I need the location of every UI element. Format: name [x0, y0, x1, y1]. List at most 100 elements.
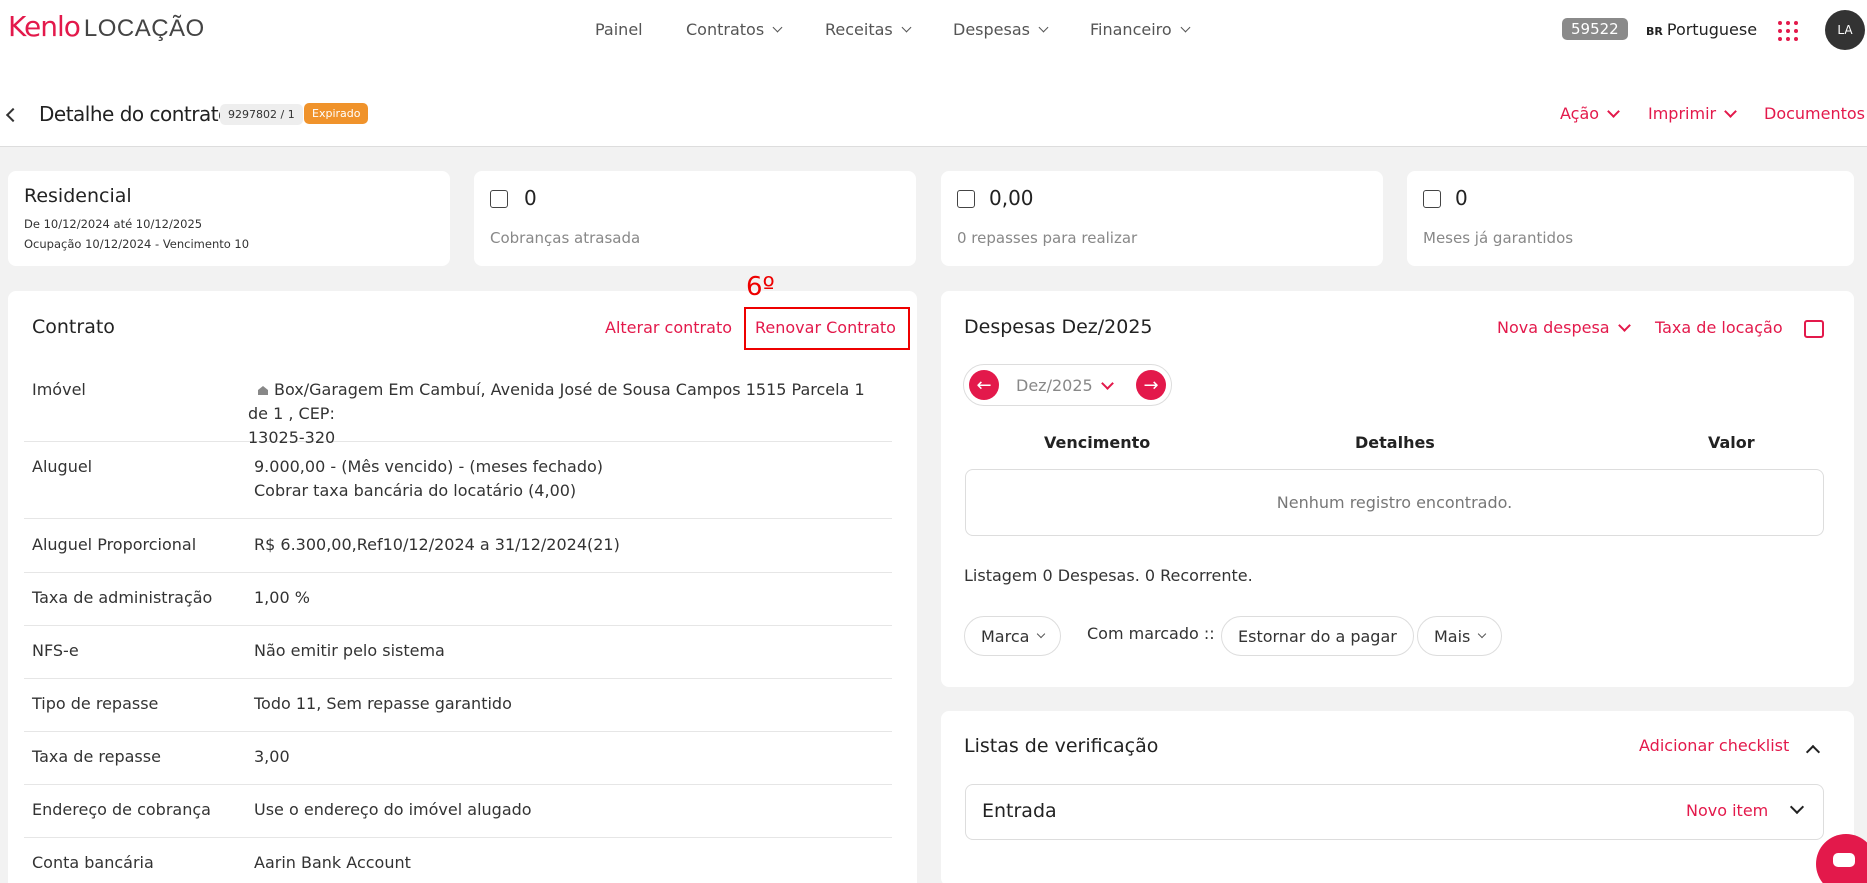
apps-grid-icon[interactable] [1778, 21, 1798, 41]
next-month-button[interactable]: → [1136, 370, 1166, 400]
row-label: Tipo de repasse [32, 694, 159, 713]
contract-row-taxa-admin: Taxa de administração 1,00 % [24, 588, 892, 626]
imovel-address: Box/Garagem Em Cambuí, Avenida José de S… [248, 380, 865, 423]
com-marcado-label: Com marcado :: [1087, 624, 1215, 643]
month-label: Dez/2025 [1016, 376, 1093, 395]
meses-label: Meses já garantidos [1423, 229, 1574, 247]
nav-receitas[interactable]: Receitas [825, 20, 912, 39]
nova-despesa-label: Nova despesa [1497, 318, 1610, 337]
entrada-label: Entrada [982, 800, 1057, 822]
despesas-summary: Listagem 0 Despesas. 0 Recorrente. [964, 566, 1253, 585]
documentos-label: Documentos [1764, 104, 1866, 123]
row-label: Conta bancária [32, 853, 154, 872]
nova-despesa-dropdown[interactable]: Nova despesa [1497, 318, 1631, 337]
row-value: 3,00 [254, 747, 290, 766]
account-id-badge: 59522 [1562, 18, 1628, 40]
row-value: Não emitir pelo sistema [254, 641, 445, 660]
contract-row-imovel: Imóvel Box/Garagem Em Cambuí, Avenida Jo… [24, 380, 892, 447]
nav-painel-label: Painel [595, 20, 643, 39]
row-label: Endereço de cobrança [32, 800, 211, 819]
nav-financeiro-label: Financeiro [1090, 20, 1172, 39]
printer-icon[interactable] [1804, 320, 1824, 338]
imprimir-dropdown[interactable]: Imprimir [1648, 104, 1737, 123]
chevron-down-icon [1478, 629, 1487, 639]
cobrancas-label: Cobranças atrasada [490, 229, 641, 247]
repasses-label: 0 repasses para realizar [957, 229, 1138, 247]
nav-despesas-label: Despesas [953, 20, 1030, 39]
page-header: Detalhe do contrato 9297802 / 1 Expirado… [0, 62, 1867, 147]
nav-receitas-label: Receitas [825, 20, 893, 39]
nav-painel[interactable]: Painel [595, 20, 643, 39]
empty-message: Nenhum registro encontrado. [1276, 493, 1513, 512]
residencial-card: Residencial De 10/12/2024 até 10/12/2025… [8, 171, 450, 266]
chevron-down-icon [772, 22, 783, 33]
chat-bubble-icon [1833, 853, 1855, 867]
highlight-box [744, 307, 910, 350]
repasses-value: 0,00 [989, 186, 1034, 210]
row-label: Taxa de repasse [32, 747, 161, 766]
chevron-down-icon [1100, 376, 1114, 390]
acao-label: Ação [1560, 104, 1600, 123]
cobrancas-card: 0 Cobranças atrasada [474, 171, 916, 266]
row-value: 9.000,00 - (Mês vencido) - (meses fechad… [254, 455, 884, 503]
back-arrow-icon[interactable] [5, 107, 21, 123]
empty-table: Nenhum registro encontrado. [965, 469, 1824, 536]
checklist-title: Listas de verificação [964, 735, 1159, 757]
novo-item-button[interactable]: Novo item [1686, 801, 1768, 820]
chevron-down-icon [1607, 104, 1620, 118]
estornar-label: Estornar do a pagar [1238, 626, 1397, 646]
calendar-icon [1423, 190, 1441, 208]
despesas-title: Despesas Dez/2025 [964, 316, 1153, 338]
status-badge: Expirado [304, 103, 369, 124]
kenlo-logo[interactable]: Kenlo LOCAÇÃO [8, 10, 205, 43]
row-value: Use o endereço do imóvel alugado [254, 800, 532, 819]
chevron-down-icon [1617, 318, 1631, 332]
taxa-locacao-link[interactable]: Taxa de locação [1655, 318, 1783, 337]
meses-value: 0 [1455, 186, 1468, 210]
contract-row-proporcional: Aluguel Proporcional R$ 6.300,00,Ref10/1… [24, 535, 892, 573]
occupation-text: Ocupação 10/12/2024 - Vencimento 10 [24, 237, 250, 251]
contract-row-taxa-repasse: Taxa de repasse 3,00 [24, 747, 892, 785]
product-name: LOCAÇÃO [83, 15, 205, 42]
documentos-link[interactable]: Documentos [1764, 104, 1865, 123]
contract-row-nfse: NFS-e Não emitir pelo sistema [24, 641, 892, 679]
page-title: Detalhe do contrato [39, 102, 230, 126]
nav-despesas[interactable]: Despesas [953, 20, 1049, 39]
estornar-button[interactable]: Estornar do a pagar [1221, 616, 1414, 656]
marca-dropdown[interactable]: Marca [964, 616, 1062, 656]
repasses-card: 0,00 0 repasses para realizar [941, 171, 1383, 266]
contract-row-conta: Conta bancária Aarin Bank Account [24, 853, 892, 883]
contract-id-badge: 9297802 / 1 [220, 104, 303, 125]
avatar[interactable]: LA [1825, 10, 1865, 50]
cobrancas-value: 0 [524, 186, 537, 210]
row-label: Aluguel [32, 457, 93, 476]
language-selector[interactable]: BR Portuguese [1646, 20, 1757, 39]
mais-dropdown[interactable]: Mais [1417, 616, 1503, 656]
chevron-down-icon [1037, 629, 1046, 639]
previous-month-button[interactable]: ← [969, 370, 999, 400]
alterar-contrato-button[interactable]: Alterar contrato [605, 318, 732, 337]
nav-financeiro[interactable]: Financeiro [1090, 20, 1191, 39]
row-value: Box/Garagem Em Cambuí, Avenida José de S… [248, 378, 878, 450]
column-header-valor: Valor [1708, 433, 1755, 452]
adicionar-checklist-button[interactable]: Adicionar checklist [1639, 736, 1789, 755]
month-dropdown[interactable]: Dez/2025 [1016, 376, 1114, 395]
chevron-down-icon [901, 22, 912, 33]
chevron-down-icon [1724, 104, 1737, 118]
chevron-down-icon [1038, 22, 1049, 33]
row-value: Aarin Bank Account [254, 853, 411, 872]
acao-dropdown[interactable]: Ação [1560, 104, 1620, 123]
brand-name: Kenlo [8, 10, 81, 43]
column-header-vencimento: Vencimento [1044, 433, 1151, 452]
imprimir-label: Imprimir [1648, 104, 1717, 123]
mais-label: Mais [1434, 626, 1471, 646]
checklist-entrada[interactable]: Entrada Novo item [965, 784, 1824, 840]
row-label: Taxa de administração [32, 588, 213, 607]
nav-contratos[interactable]: Contratos [686, 20, 783, 39]
marca-label: Marca [981, 626, 1030, 646]
chevron-down-icon[interactable] [1789, 799, 1805, 815]
column-header-detalhes: Detalhes [1355, 433, 1435, 452]
row-value: Todo 11, Sem repasse garantido [254, 694, 512, 713]
clock-document-icon [490, 190, 508, 208]
contract-row-endereco: Endereço de cobrança Use o endereço do i… [24, 800, 892, 838]
